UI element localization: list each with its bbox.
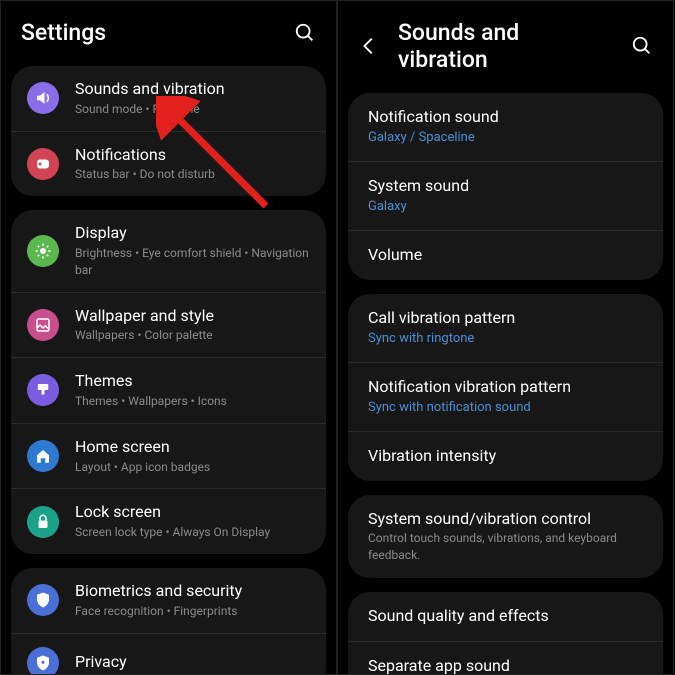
shield-icon (27, 584, 59, 616)
row-sub: Sound mode • Ringtone (75, 101, 310, 118)
row-title: Themes (75, 371, 310, 392)
row-title: System sound (368, 176, 643, 197)
row-sub: Sync with notification sound (368, 399, 643, 417)
row-title: Call vibration pattern (368, 308, 643, 329)
home-icon (27, 440, 59, 472)
row-title: Biometrics and security (75, 581, 310, 602)
sounds-row-volume[interactable]: Volume (348, 231, 663, 280)
row-title: Notification sound (368, 107, 643, 128)
page-title: Sounds and vibration (398, 19, 613, 73)
settings-row-sounds-and-vibration[interactable]: Sounds and vibrationSound mode • Rington… (11, 66, 326, 132)
row-sub: Status bar • Do not disturb (75, 166, 310, 183)
row-sub: Galaxy / Spaceline (368, 129, 643, 147)
search-icon[interactable] (631, 35, 653, 57)
settings-row-themes[interactable]: ThemesThemes • Wallpapers • Icons (11, 358, 326, 424)
settings-row-wallpaper-and-style[interactable]: Wallpaper and styleWallpapers • Color pa… (11, 293, 326, 359)
sounds-row-call-vibration-pattern[interactable]: Call vibration patternSync with ringtone (348, 294, 663, 363)
row-sub: Sync with ringtone (368, 330, 643, 348)
sounds-row-system-sound-vibration-control[interactable]: System sound/vibration controlControl to… (348, 495, 663, 578)
sounds-row-sound-quality-and-effects[interactable]: Sound quality and effects (348, 592, 663, 642)
settings-row-home-screen[interactable]: Home screenLayout • App icon badges (11, 424, 326, 490)
row-title: Volume (368, 245, 643, 266)
sun-icon (27, 235, 59, 267)
sounds-row-notification-sound[interactable]: Notification soundGalaxy / Spaceline (348, 93, 663, 162)
settings-row-privacy[interactable]: Privacy (11, 634, 326, 675)
row-sub: Control touch sounds, vibrations, and ke… (368, 530, 643, 564)
settings-list: Sounds and vibrationSound mode • Rington… (1, 66, 336, 675)
sounds-group: Call vibration patternSync with ringtone… (348, 294, 663, 481)
settings-group: Biometrics and securityFace recognition … (11, 568, 326, 675)
settings-row-notifications[interactable]: NotificationsStatus bar • Do not disturb (11, 132, 326, 197)
header: Settings (1, 1, 336, 66)
settings-row-display[interactable]: DisplayBrightness • Eye comfort shield •… (11, 210, 326, 292)
row-sub: Wallpapers • Color palette (75, 327, 310, 344)
row-title: Separate app sound (368, 656, 643, 675)
privacy-icon (27, 647, 59, 675)
page-title: Settings (21, 19, 276, 46)
row-title: Notification vibration pattern (368, 377, 643, 398)
theme-icon (27, 374, 59, 406)
row-title: Display (75, 223, 310, 244)
settings-screen: Settings Sounds and vibrationSound mode … (0, 0, 337, 675)
row-sub: Screen lock type • Always On Display (75, 524, 310, 541)
sounds-group: Sound quality and effects Separate app so… (348, 592, 663, 675)
pic-icon (27, 309, 59, 341)
row-title: Vibration intensity (368, 446, 643, 467)
sounds-row-system-sound[interactable]: System soundGalaxy (348, 162, 663, 231)
row-title: Privacy (75, 652, 310, 673)
sounds-group: System sound/vibration controlControl to… (348, 495, 663, 578)
row-title: Sound quality and effects (368, 606, 643, 627)
row-sub: Layout • App icon badges (75, 459, 310, 476)
header: Sounds and vibration (338, 1, 673, 93)
row-sub: Brightness • Eye comfort shield • Naviga… (75, 245, 310, 279)
row-title: Sounds and vibration (75, 79, 310, 100)
sounds-row-notification-vibration-pattern[interactable]: Notification vibration patternSync with … (348, 363, 663, 432)
row-sub: Face recognition • Fingerprints (75, 603, 310, 620)
sounds-row-separate-app-sound[interactable]: Separate app soundPlay media sound from … (348, 642, 663, 675)
row-sub: Galaxy (368, 198, 643, 216)
settings-row-lock-screen[interactable]: Lock screenScreen lock type • Always On … (11, 489, 326, 554)
row-title: Home screen (75, 437, 310, 458)
back-icon[interactable] (358, 35, 380, 57)
row-title: Notifications (75, 145, 310, 166)
row-title: Wallpaper and style (75, 306, 310, 327)
settings-group: DisplayBrightness • Eye comfort shield •… (11, 210, 326, 554)
sounds-group: Notification soundGalaxy / SpacelineSyst… (348, 93, 663, 280)
row-title: Lock screen (75, 502, 310, 523)
sounds-list: Notification soundGalaxy / SpacelineSyst… (338, 93, 673, 675)
search-icon[interactable] (294, 22, 316, 44)
sounds-row-vibration-intensity[interactable]: Vibration intensity (348, 432, 663, 481)
row-sub: Themes • Wallpapers • Icons (75, 393, 310, 410)
settings-row-biometrics-and-security[interactable]: Biometrics and securityFace recognition … (11, 568, 326, 634)
sounds-vibration-screen: Sounds and vibration Notification soundG… (337, 0, 674, 675)
row-title: System sound/vibration control (368, 509, 643, 530)
lock-icon (27, 506, 59, 538)
settings-group: Sounds and vibrationSound mode • Rington… (11, 66, 326, 196)
notif-icon (27, 148, 59, 180)
sound-icon (27, 82, 59, 114)
